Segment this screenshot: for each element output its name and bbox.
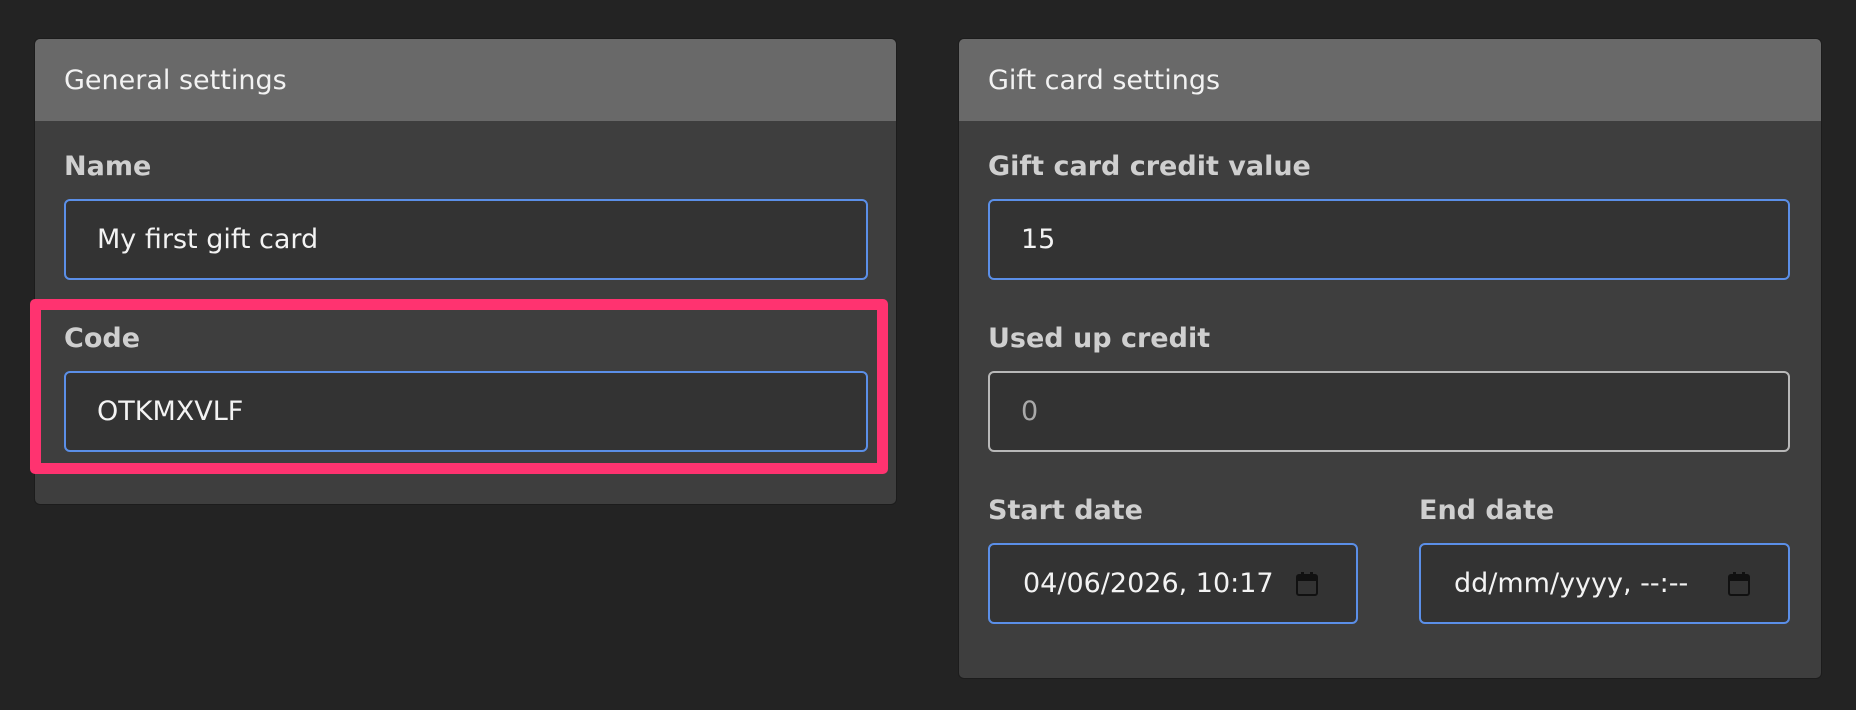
credit-value-label: Gift card credit value: [988, 151, 1311, 182]
calendar-icon[interactable]: [1296, 571, 1318, 596]
credit-value-input[interactable]: [988, 199, 1790, 280]
name-input[interactable]: [64, 199, 868, 280]
start-date-label: Start date: [988, 495, 1143, 526]
name-label: Name: [64, 151, 152, 182]
code-label: Code: [64, 323, 141, 354]
end-date-input[interactable]: dd/mm/yyyy, --:--: [1419, 543, 1790, 624]
start-date-input[interactable]: 04/06/2026, 10:17: [988, 543, 1358, 624]
calendar-icon[interactable]: [1728, 571, 1750, 596]
gift-card-settings-title: Gift card settings: [988, 64, 1221, 96]
general-settings-title: General settings: [64, 64, 287, 96]
code-input[interactable]: [64, 371, 868, 452]
gift-card-settings-header: Gift card settings: [959, 39, 1821, 121]
gift-card-settings-panel: Gift card settings Gift card credit valu…: [958, 38, 1822, 679]
end-date-label: End date: [1419, 495, 1555, 526]
used-credit-label: Used up credit: [988, 323, 1211, 354]
start-date-value: 04/06/2026, 10:17: [1023, 568, 1274, 599]
end-date-value: dd/mm/yyyy, --:--: [1454, 568, 1689, 599]
used-credit-input[interactable]: [988, 371, 1790, 452]
general-settings-panel: General settings Name Code: [34, 38, 897, 505]
general-settings-header: General settings: [35, 39, 896, 121]
